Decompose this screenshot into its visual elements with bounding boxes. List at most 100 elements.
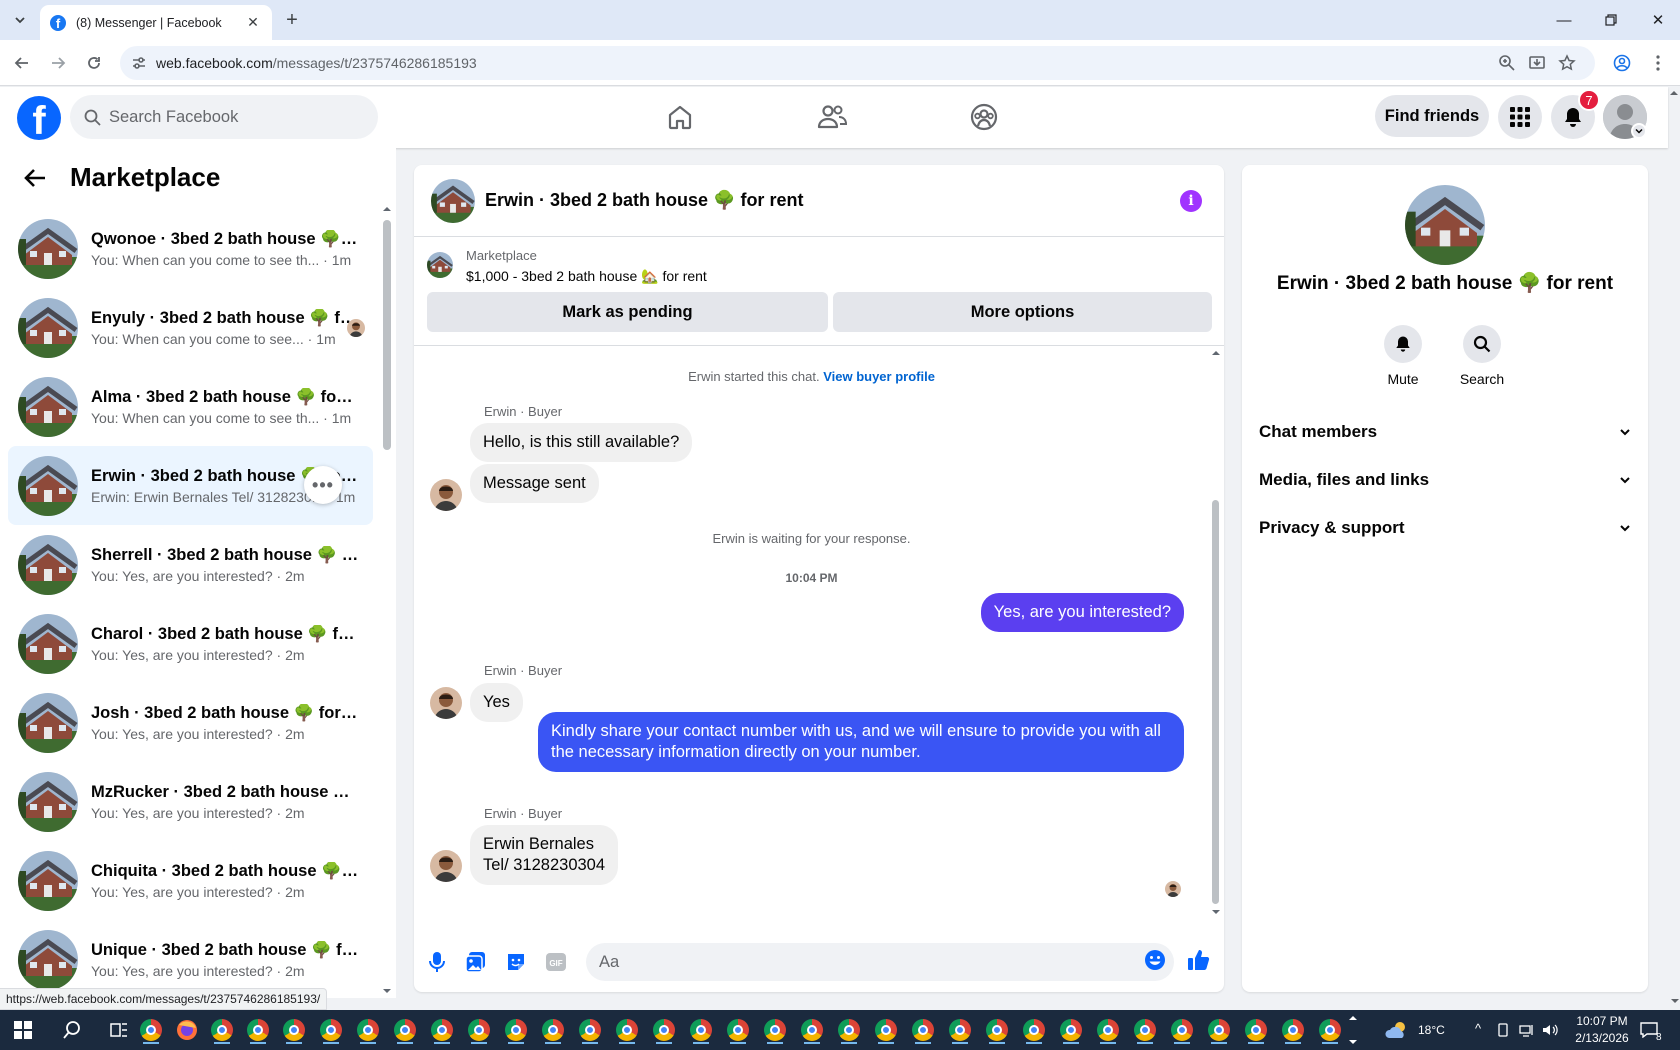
- chrome-app-icon[interactable]: [137, 1016, 165, 1044]
- chrome-app-icon[interactable]: [317, 1016, 345, 1044]
- conversation-item[interactable]: Sherrell · 3bed 2 bath house 🌳 for rent Y…: [8, 525, 373, 604]
- tray-overflow-chevron-icon[interactable]: ^: [1475, 1021, 1481, 1036]
- mark-as-pending-button[interactable]: Mark as pending: [427, 292, 828, 332]
- weather-icon[interactable]: [1384, 1016, 1412, 1044]
- find-friends-button[interactable]: Find friends: [1375, 95, 1489, 137]
- chrome-app-icon[interactable]: [1168, 1016, 1196, 1044]
- bookmark-star-icon[interactable]: [1558, 54, 1576, 72]
- gif-icon[interactable]: GIF: [543, 949, 569, 975]
- conversation-item[interactable]: Charol · 3bed 2 bath house 🌳 for rent You…: [8, 604, 373, 683]
- chrome-app-icon[interactable]: [761, 1016, 789, 1044]
- more-options-button[interactable]: More options: [833, 292, 1212, 332]
- facebook-logo-icon[interactable]: f: [17, 96, 61, 140]
- info-icon[interactable]: i: [1180, 190, 1202, 212]
- home-nav-icon[interactable]: [664, 101, 696, 133]
- chrome-app-icon[interactable]: [724, 1016, 752, 1044]
- search-action[interactable]: Search: [1447, 325, 1517, 387]
- volume-icon[interactable]: [1542, 1023, 1558, 1037]
- chrome-app-icon[interactable]: [946, 1016, 974, 1044]
- listing-thumbnail[interactable]: [427, 252, 453, 278]
- chrome-app-icon[interactable]: [835, 1016, 863, 1044]
- chrome-app-icon[interactable]: [1279, 1016, 1307, 1044]
- chrome-app-icon[interactable]: [1020, 1016, 1048, 1044]
- conversation-item[interactable]: Unique · 3bed 2 bath house 🌳 for rent You…: [8, 920, 373, 998]
- groups-nav-icon[interactable]: [968, 101, 1000, 133]
- chrome-app-icon[interactable]: [428, 1016, 456, 1044]
- address-bar[interactable]: web.facebook.com/messages/t/237574628618…: [120, 46, 1595, 80]
- chat-members-section[interactable]: Chat members: [1259, 412, 1631, 452]
- message-input[interactable]: Aa: [586, 943, 1174, 981]
- back-button[interactable]: [10, 51, 34, 75]
- conversation-item[interactable]: Josh · 3bed 2 bath house 🌳 for rent You: …: [8, 683, 373, 762]
- search-input[interactable]: Search Facebook: [70, 95, 378, 139]
- chrome-app-icon[interactable]: [983, 1016, 1011, 1044]
- listing-avatar[interactable]: [1405, 185, 1485, 265]
- chrome-app-icon[interactable]: [208, 1016, 236, 1044]
- chat-thumbnail[interactable]: [431, 178, 475, 223]
- photo-icon[interactable]: [463, 949, 489, 975]
- chat-scroll-down-icon[interactable]: [1211, 907, 1221, 917]
- buyer-avatar[interactable]: [430, 687, 462, 719]
- chrome-app-icon[interactable]: [1131, 1016, 1159, 1044]
- chrome-app-icon[interactable]: [244, 1016, 272, 1044]
- network-icon[interactable]: [1519, 1023, 1535, 1037]
- conversation-item[interactable]: MzRucker · 3bed 2 bath house 🌳 for rent Y…: [8, 762, 373, 841]
- listing-price-title[interactable]: $1,000 - 3bed 2 bath house 🏡 for rent: [466, 268, 707, 285]
- chrome-app-icon[interactable]: [909, 1016, 937, 1044]
- conversation-item[interactable]: Alma · 3bed 2 bath house 🌳 for rent You: …: [8, 367, 373, 446]
- friends-nav-icon[interactable]: [816, 101, 848, 133]
- back-arrow-icon[interactable]: [20, 163, 50, 193]
- page-scroll-down-icon[interactable]: [1670, 996, 1680, 1006]
- chrome-app-icon[interactable]: [798, 1016, 826, 1044]
- conversation-item[interactable]: Chiquita · 3bed 2 bath house 🌳 for rent Y…: [8, 841, 373, 920]
- chrome-app-icon[interactable]: [391, 1016, 419, 1044]
- chrome-app-icon[interactable]: [502, 1016, 530, 1044]
- site-info-icon[interactable]: [124, 55, 154, 71]
- battery-icon[interactable]: [1496, 1023, 1510, 1037]
- chrome-app-icon[interactable]: [465, 1016, 493, 1044]
- page-scroll-up-icon[interactable]: [1668, 87, 1680, 99]
- windows-start-icon[interactable]: [14, 1021, 32, 1039]
- chat-scroll-up-icon[interactable]: [1211, 348, 1221, 358]
- chat-title[interactable]: Erwin · 3bed 2 bath house 🌳 for rent: [485, 190, 803, 211]
- mute-action[interactable]: Mute: [1368, 325, 1438, 387]
- close-window-button[interactable]: ✕: [1634, 0, 1680, 40]
- sticker-icon[interactable]: [503, 949, 529, 975]
- chrome-app-icon[interactable]: [354, 1016, 382, 1044]
- browser-menu-button[interactable]: [1646, 51, 1670, 75]
- search-conversation-button[interactable]: [1463, 325, 1501, 363]
- conversation-item[interactable]: Enyuly · 3bed 2 bath house 🌳 for rent You…: [8, 288, 373, 367]
- clock-date[interactable]: 2/13/2026: [1572, 1031, 1632, 1045]
- chrome-app-icon[interactable]: [539, 1016, 567, 1044]
- chrome-app-icon[interactable]: [1094, 1016, 1122, 1044]
- taskbar-scroll-icon[interactable]: [1348, 1012, 1358, 1048]
- view-buyer-profile-link[interactable]: View buyer profile: [823, 369, 935, 384]
- taskbar-search-icon[interactable]: [58, 1016, 86, 1044]
- sidebar-scroll-down-icon[interactable]: [382, 986, 392, 996]
- buyer-avatar[interactable]: [430, 479, 462, 511]
- chrome-app-icon[interactable]: [1057, 1016, 1085, 1044]
- conversation-item[interactable]: Erwin · 3bed 2 bath house 🌳 for rent Erwi…: [8, 446, 373, 525]
- thumbs-up-icon[interactable]: [1186, 947, 1212, 973]
- close-tab-icon[interactable]: ✕: [244, 14, 262, 32]
- media-files-links-section[interactable]: Media, files and links: [1259, 460, 1631, 500]
- browser-tab[interactable]: f (8) Messenger | Facebook ✕: [40, 5, 272, 40]
- forward-button[interactable]: [46, 51, 70, 75]
- buyer-avatar[interactable]: [430, 850, 462, 882]
- account-chevron-icon[interactable]: [1631, 123, 1647, 139]
- chrome-app-icon[interactable]: [1242, 1016, 1270, 1044]
- zoom-icon[interactable]: [1498, 54, 1516, 72]
- new-tab-button[interactable]: +: [280, 8, 304, 32]
- reload-button[interactable]: [82, 51, 106, 75]
- sidebar-scrollbar[interactable]: [383, 220, 391, 450]
- clock-time[interactable]: 10:07 PM: [1572, 1014, 1632, 1028]
- microphone-icon[interactable]: [424, 949, 450, 975]
- install-app-icon[interactable]: [1528, 54, 1546, 72]
- chrome-app-icon[interactable]: [613, 1016, 641, 1044]
- chrome-app-icon[interactable]: [1316, 1016, 1344, 1044]
- mute-button[interactable]: [1384, 325, 1422, 363]
- more-options-icon[interactable]: •••: [304, 466, 342, 504]
- sidebar-scroll-up-icon[interactable]: [382, 204, 392, 214]
- menu-grid-button[interactable]: [1498, 95, 1542, 139]
- task-view-icon[interactable]: [105, 1016, 133, 1044]
